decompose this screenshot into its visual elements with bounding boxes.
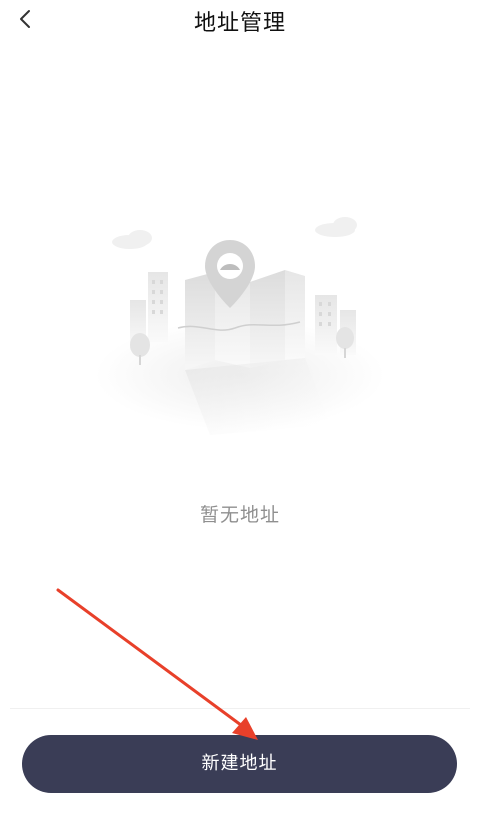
page-title: 地址管理 — [193, 11, 286, 36]
city-map-pin-illustration — [95, 217, 385, 435]
footer-divider — [10, 708, 470, 709]
new-address-button[interactable]: 新建地址 — [22, 735, 457, 793]
navigation-bar: 地址管理 — [0, 0, 480, 40]
empty-state-message: 暂无地址 — [199, 504, 280, 526]
